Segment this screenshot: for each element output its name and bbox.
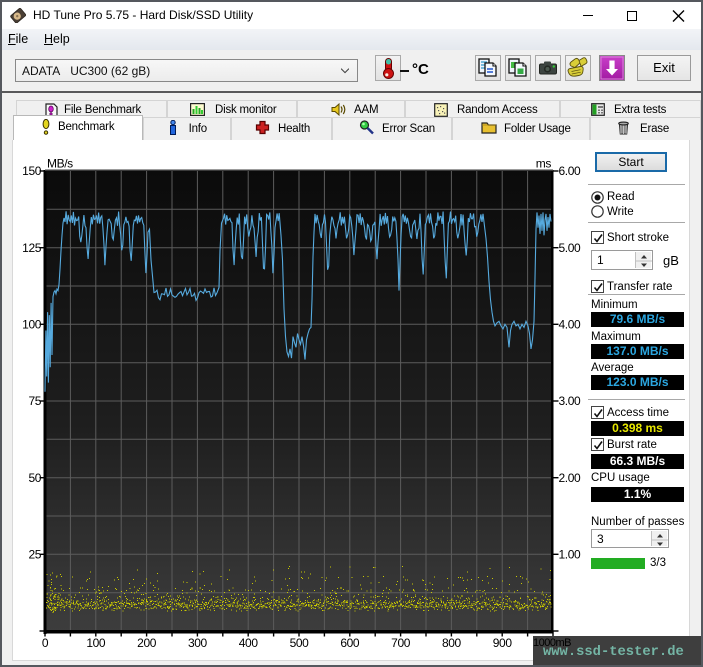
svg-text:100: 100 (22, 318, 42, 332)
svg-text:6.00: 6.00 (559, 164, 581, 178)
svg-text:MB/s: MB/s (47, 157, 73, 171)
svg-text:25: 25 (28, 548, 41, 562)
svg-text:50: 50 (28, 471, 41, 485)
svg-text:500: 500 (290, 636, 310, 650)
svg-text:0: 0 (42, 636, 49, 650)
svg-text:800: 800 (442, 636, 462, 650)
svg-text:4.00: 4.00 (559, 318, 581, 332)
svg-text:1.00: 1.00 (559, 548, 581, 562)
svg-text:150: 150 (22, 164, 42, 178)
svg-text:400: 400 (239, 636, 259, 650)
svg-text:125: 125 (22, 241, 42, 255)
svg-text:900: 900 (493, 636, 513, 650)
svg-text:300: 300 (188, 636, 208, 650)
svg-text:100: 100 (86, 636, 106, 650)
svg-text:3.00: 3.00 (559, 394, 581, 408)
svg-text:700: 700 (391, 636, 411, 650)
svg-text:200: 200 (137, 636, 157, 650)
svg-text:75: 75 (28, 394, 41, 408)
svg-text:ms: ms (536, 157, 552, 171)
svg-text:5.00: 5.00 (559, 241, 581, 255)
svg-text:2.00: 2.00 (559, 471, 581, 485)
svg-text:600: 600 (340, 636, 360, 650)
